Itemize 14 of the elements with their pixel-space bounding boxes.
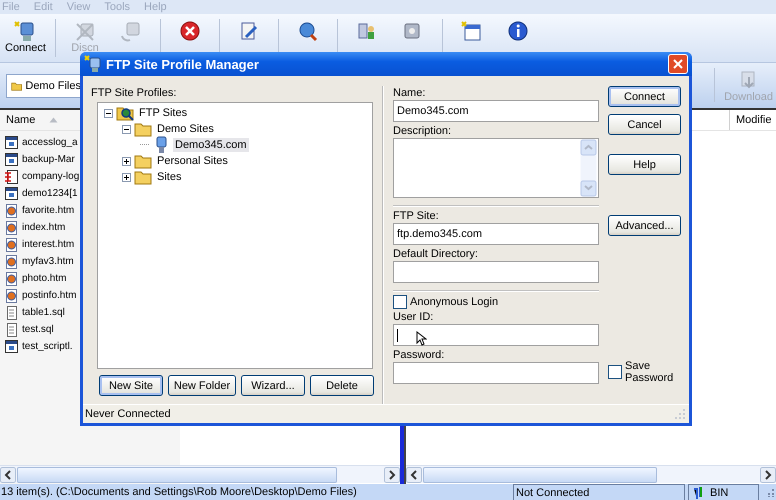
dialog-title: FTP Site Profile Manager	[106, 56, 260, 72]
field-label: Name:	[393, 86, 426, 100]
status-text: Never Connected	[85, 408, 171, 420]
field-label: FTP Site Profiles:	[91, 86, 178, 100]
mode-label: BIN	[710, 486, 728, 498]
field-label: Description:	[393, 124, 452, 138]
checkbox-label: Save Password	[625, 360, 674, 384]
field-label: Password:	[393, 348, 446, 362]
field-label: User ID:	[393, 310, 434, 324]
checkbox-label: Anonymous Login	[410, 296, 498, 308]
connection-status: Not Connected	[513, 484, 685, 500]
field-label: Default Directory:	[393, 247, 479, 261]
status-text: 13 item(s). (C:\Documents and Settings\Rob Moore\Desktop\Demo Files)	[0, 486, 358, 498]
field-label: FTP Site:	[393, 209, 440, 223]
